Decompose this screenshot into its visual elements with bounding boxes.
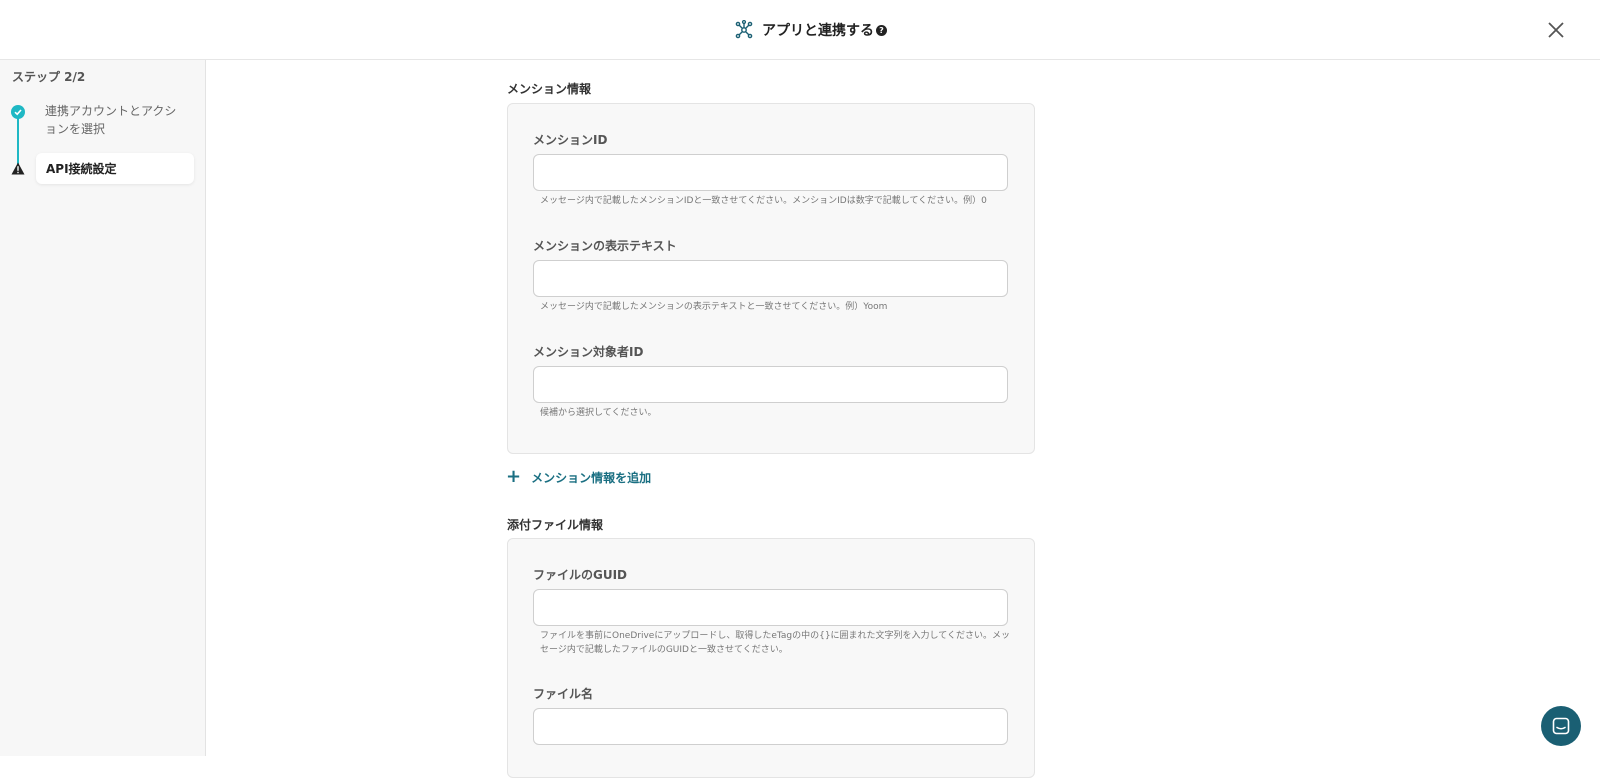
chat-bubble-icon: [1552, 717, 1570, 735]
file-guid-hint: ファイルを事前にOneDriveにアップロードし、取得したeTagの中の{}に囲…: [540, 631, 1011, 655]
chat-launcher-button[interactable]: [1541, 706, 1581, 746]
mention-id-hint: メッセージ内で記載したメンションIDと一致させてください。メンションIDは数字で…: [540, 196, 987, 206]
add-mention-label: メンション情報を追加: [531, 470, 652, 485]
mention-target-input[interactable]: [533, 366, 1008, 403]
plus-icon: +: [506, 466, 522, 487]
modal-title: アプリと連携する: [762, 23, 874, 39]
close-icon[interactable]: [1545, 19, 1567, 41]
mention-text-hint: メッセージ内で記載したメンションの表示テキストと一致させてください。例）Yoom: [540, 302, 888, 312]
modal-header: アプリと連携する ?: [0, 0, 1600, 60]
mention-target-hint: 候補から選択してください。: [540, 408, 657, 418]
add-mention-button[interactable]: + メンション情報を追加: [506, 468, 651, 486]
mention-id-label: メンションID: [533, 133, 608, 147]
file-name-label: ファイル名: [533, 687, 594, 701]
step-item-account-action[interactable]: 連携アカウントとアクションを選択: [45, 102, 185, 138]
mention-text-label: メンションの表示テキスト: [533, 239, 677, 253]
file-guid-input[interactable]: [533, 589, 1008, 626]
help-circle-icon[interactable]: ?: [876, 24, 887, 36]
step-item-api-settings[interactable]: API接続設定: [36, 153, 194, 184]
step-counter: ステップ 2/2: [12, 70, 86, 84]
mention-panel: メンションID メッセージ内で記載したメンションIDと一致させてください。メンシ…: [507, 103, 1035, 454]
steps-sidebar: ステップ 2/2 連携アカウントとアクションを選択 API接続設定: [0, 60, 206, 756]
attachment-panel: ファイルのGUID ファイルを事前にOneDriveにアップロードし、取得したe…: [507, 538, 1035, 778]
mention-target-label: メンション対象者ID: [533, 345, 644, 359]
modal-title-group: アプリと連携する ?: [734, 17, 887, 43]
step-connector: [17, 113, 19, 167]
mention-section-title: メンション情報: [507, 82, 592, 96]
file-name-input[interactable]: [533, 708, 1008, 745]
network-nodes-icon: [735, 20, 753, 39]
warning-icon: [11, 162, 25, 175]
mention-id-input[interactable]: [533, 154, 1008, 191]
form-area: メンション情報 メンションID メッセージ内で記載したメンションIDと一致させて…: [207, 61, 1600, 778]
attachment-section-title: 添付ファイル情報: [507, 518, 604, 532]
check-circle-icon: [11, 105, 25, 119]
mention-text-input[interactable]: [533, 260, 1008, 297]
file-guid-label: ファイルのGUID: [533, 568, 628, 582]
